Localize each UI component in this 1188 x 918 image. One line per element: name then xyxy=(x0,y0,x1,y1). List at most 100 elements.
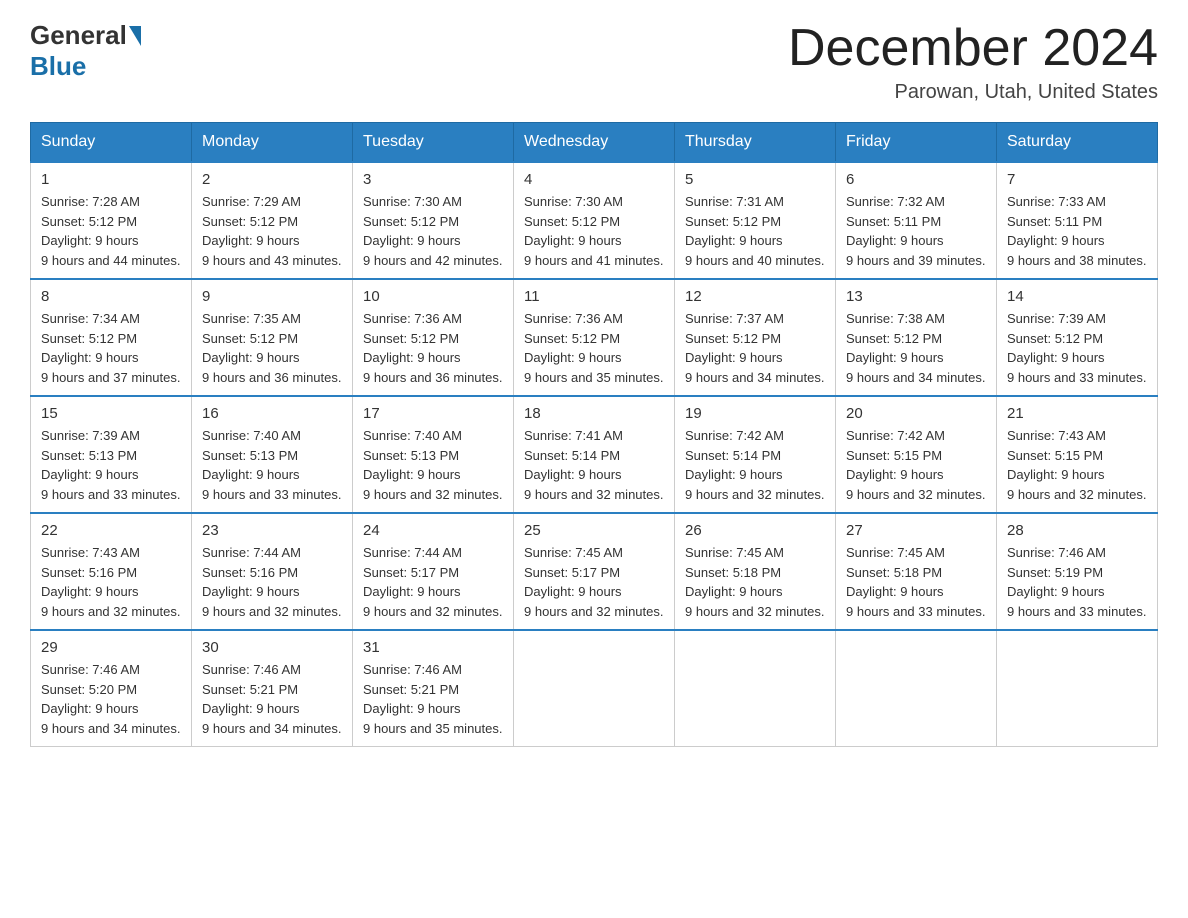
calendar-cell: 30 Sunrise: 7:46 AMSunset: 5:21 PMDayligh… xyxy=(192,630,353,747)
week-row-4: 22Sunrise: 7:43 AMSunset: 5:16 PMDayligh… xyxy=(31,513,1158,630)
calendar-cell: 13 Sunrise: 7:38 AMSunset: 5:12 PMDayligh… xyxy=(836,279,997,396)
calendar-cell: 25 Sunrise: 7:45 AMSunset: 5:17 PMDayligh… xyxy=(514,513,675,630)
logo-triangle-icon xyxy=(129,26,141,46)
header-tuesday: Tuesday xyxy=(353,123,514,163)
calendar-cell: 2Sunrise: 7:29 AMSunset: 5:12 PMDaylight… xyxy=(192,162,353,279)
day-info: Sunrise: 7:31 AMSunset: 5:12 PMDaylight:… xyxy=(685,192,825,270)
header: General Blue December 2024 Parowan, Utah… xyxy=(30,20,1158,104)
day-info: Sunrise: 7:43 AMSunset: 5:16 PMDaylight:… xyxy=(41,543,181,621)
calendar-cell: 5 Sunrise: 7:31 AMSunset: 5:12 PMDaylight… xyxy=(675,162,836,279)
calendar-cell xyxy=(997,630,1158,747)
day-info: Sunrise: 7:38 AMSunset: 5:12 PMDaylight:… xyxy=(846,309,986,387)
day-number: 16 xyxy=(202,405,342,422)
day-number: 13 xyxy=(846,288,986,305)
day-info: Sunrise: 7:45 AMSunset: 5:18 PMDaylight:… xyxy=(846,543,986,621)
calendar-cell: 12Sunrise: 7:37 AMSunset: 5:12 PMDayligh… xyxy=(675,279,836,396)
calendar-cell: 22Sunrise: 7:43 AMSunset: 5:16 PMDayligh… xyxy=(31,513,192,630)
day-info: Sunrise: 7:36 AMSunset: 5:12 PMDaylight:… xyxy=(524,309,664,387)
calendar-cell: 17 Sunrise: 7:40 AMSunset: 5:13 PMDayligh… xyxy=(353,396,514,513)
day-number: 25 xyxy=(524,522,664,539)
calendar-cell: 29 Sunrise: 7:46 AMSunset: 5:20 PMDayligh… xyxy=(31,630,192,747)
day-info: Sunrise: 7:42 AMSunset: 5:14 PMDaylight:… xyxy=(685,426,825,504)
day-number: 17 xyxy=(363,405,503,422)
calendar-cell: 27 Sunrise: 7:45 AMSunset: 5:18 PMDayligh… xyxy=(836,513,997,630)
day-number: 26 xyxy=(685,522,825,539)
day-info: Sunrise: 7:39 AMSunset: 5:13 PMDaylight:… xyxy=(41,426,181,504)
day-info: Sunrise: 7:32 AMSunset: 5:11 PMDaylight:… xyxy=(846,192,986,270)
calendar-cell: 24 Sunrise: 7:44 AMSunset: 5:17 PMDayligh… xyxy=(353,513,514,630)
calendar-cell: 6 Sunrise: 7:32 AMSunset: 5:11 PMDaylight… xyxy=(836,162,997,279)
day-number: 19 xyxy=(685,405,825,422)
calendar-cell: 7 Sunrise: 7:33 AMSunset: 5:11 PMDaylight… xyxy=(997,162,1158,279)
day-number: 7 xyxy=(1007,171,1147,188)
day-number: 9 xyxy=(202,288,342,305)
calendar-cell xyxy=(836,630,997,747)
day-info: Sunrise: 7:44 AMSunset: 5:17 PMDaylight:… xyxy=(363,543,503,621)
logo-general: General xyxy=(30,20,127,51)
day-number: 3 xyxy=(363,171,503,188)
day-info: Sunrise: 7:34 AMSunset: 5:12 PMDaylight:… xyxy=(41,309,181,387)
calendar-cell: 8 Sunrise: 7:34 AMSunset: 5:12 PMDaylight… xyxy=(31,279,192,396)
calendar-cell xyxy=(514,630,675,747)
day-number: 15 xyxy=(41,405,181,422)
day-number: 5 xyxy=(685,171,825,188)
logo-blue: Blue xyxy=(30,51,86,82)
calendar-cell: 15 Sunrise: 7:39 AMSunset: 5:13 PMDayligh… xyxy=(31,396,192,513)
day-number: 8 xyxy=(41,288,181,305)
header-saturday: Saturday xyxy=(997,123,1158,163)
day-info: Sunrise: 7:40 AMSunset: 5:13 PMDaylight:… xyxy=(363,426,503,504)
day-info: Sunrise: 7:39 AMSunset: 5:12 PMDaylight:… xyxy=(1007,309,1147,387)
day-number: 29 xyxy=(41,639,181,656)
day-number: 6 xyxy=(846,171,986,188)
day-number: 28 xyxy=(1007,522,1147,539)
title-area: December 2024 Parowan, Utah, United Stat… xyxy=(788,20,1158,104)
calendar-cell: 1Sunrise: 7:28 AMSunset: 5:12 PMDaylight… xyxy=(31,162,192,279)
day-info: Sunrise: 7:45 AMSunset: 5:18 PMDaylight:… xyxy=(685,543,825,621)
day-number: 27 xyxy=(846,522,986,539)
day-number: 11 xyxy=(524,288,664,305)
header-sunday: Sunday xyxy=(31,123,192,163)
day-info: Sunrise: 7:46 AMSunset: 5:19 PMDaylight:… xyxy=(1007,543,1147,621)
day-number: 4 xyxy=(524,171,664,188)
day-info: Sunrise: 7:46 AMSunset: 5:20 PMDaylight:… xyxy=(41,660,181,738)
calendar-cell: 31 Sunrise: 7:46 AMSunset: 5:21 PMDayligh… xyxy=(353,630,514,747)
day-info: Sunrise: 7:46 AMSunset: 5:21 PMDaylight:… xyxy=(202,660,342,738)
calendar-cell: 11 Sunrise: 7:36 AMSunset: 5:12 PMDayligh… xyxy=(514,279,675,396)
day-number: 30 xyxy=(202,639,342,656)
day-info: Sunrise: 7:41 AMSunset: 5:14 PMDaylight:… xyxy=(524,426,664,504)
week-row-3: 15 Sunrise: 7:39 AMSunset: 5:13 PMDayligh… xyxy=(31,396,1158,513)
day-info: Sunrise: 7:45 AMSunset: 5:17 PMDaylight:… xyxy=(524,543,664,621)
day-info: Sunrise: 7:43 AMSunset: 5:15 PMDaylight:… xyxy=(1007,426,1147,504)
header-monday: Monday xyxy=(192,123,353,163)
calendar-cell: 10Sunrise: 7:36 AMSunset: 5:12 PMDayligh… xyxy=(353,279,514,396)
day-number: 31 xyxy=(363,639,503,656)
location-title: Parowan, Utah, United States xyxy=(788,81,1158,104)
day-number: 14 xyxy=(1007,288,1147,305)
day-info: Sunrise: 7:30 AMSunset: 5:12 PMDaylight:… xyxy=(363,192,503,270)
calendar-cell: 14 Sunrise: 7:39 AMSunset: 5:12 PMDayligh… xyxy=(997,279,1158,396)
logo: General Blue xyxy=(30,20,143,82)
day-number: 20 xyxy=(846,405,986,422)
day-info: Sunrise: 7:36 AMSunset: 5:12 PMDaylight:… xyxy=(363,309,503,387)
day-number: 23 xyxy=(202,522,342,539)
calendar-cell: 23Sunrise: 7:44 AMSunset: 5:16 PMDayligh… xyxy=(192,513,353,630)
week-row-2: 8 Sunrise: 7:34 AMSunset: 5:12 PMDaylight… xyxy=(31,279,1158,396)
day-number: 24 xyxy=(363,522,503,539)
day-info: Sunrise: 7:46 AMSunset: 5:21 PMDaylight:… xyxy=(363,660,503,738)
day-info: Sunrise: 7:40 AMSunset: 5:13 PMDaylight:… xyxy=(202,426,342,504)
month-title: December 2024 xyxy=(788,20,1158,77)
calendar-cell: 19 Sunrise: 7:42 AMSunset: 5:14 PMDayligh… xyxy=(675,396,836,513)
calendar-cell: 20Sunrise: 7:42 AMSunset: 5:15 PMDayligh… xyxy=(836,396,997,513)
header-friday: Friday xyxy=(836,123,997,163)
calendar-cell: 3 Sunrise: 7:30 AMSunset: 5:12 PMDaylight… xyxy=(353,162,514,279)
header-row: SundayMondayTuesdayWednesdayThursdayFrid… xyxy=(31,123,1158,163)
day-info: Sunrise: 7:30 AMSunset: 5:12 PMDaylight:… xyxy=(524,192,664,270)
week-row-5: 29 Sunrise: 7:46 AMSunset: 5:20 PMDayligh… xyxy=(31,630,1158,747)
day-info: Sunrise: 7:33 AMSunset: 5:11 PMDaylight:… xyxy=(1007,192,1147,270)
week-row-1: 1Sunrise: 7:28 AMSunset: 5:12 PMDaylight… xyxy=(31,162,1158,279)
day-info: Sunrise: 7:29 AMSunset: 5:12 PMDaylight:… xyxy=(202,192,342,270)
calendar-cell: 9Sunrise: 7:35 AMSunset: 5:12 PMDaylight… xyxy=(192,279,353,396)
calendar-cell: 28 Sunrise: 7:46 AMSunset: 5:19 PMDayligh… xyxy=(997,513,1158,630)
calendar-cell: 21Sunrise: 7:43 AMSunset: 5:15 PMDayligh… xyxy=(997,396,1158,513)
calendar-cell: 18Sunrise: 7:41 AMSunset: 5:14 PMDayligh… xyxy=(514,396,675,513)
